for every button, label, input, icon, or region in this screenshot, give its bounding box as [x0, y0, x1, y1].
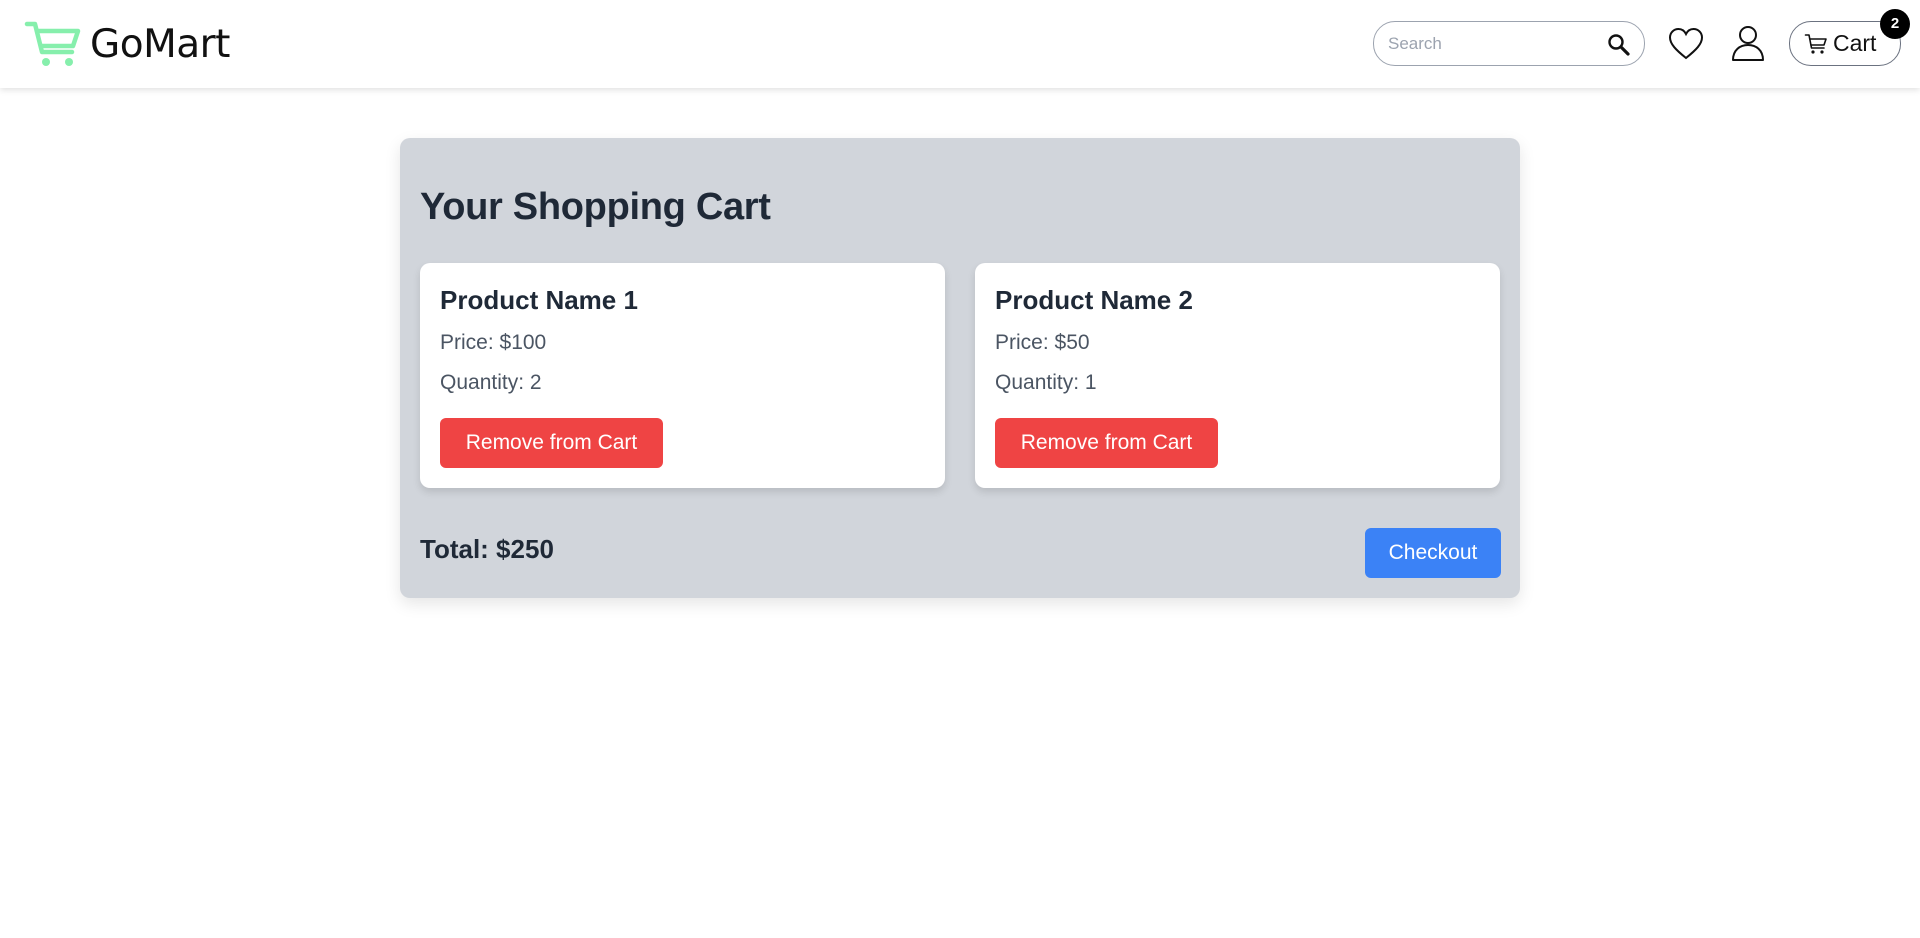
- cart-item-card: Product Name 1 Price: $100 Quantity: 2 R…: [420, 263, 945, 488]
- page-title: Your Shopping Cart: [420, 186, 771, 228]
- cart-count-badge: 2: [1880, 9, 1910, 39]
- cart-item-card: Product Name 2 Price: $50 Quantity: 1 Re…: [975, 263, 1500, 488]
- product-price: Price: $100: [440, 331, 547, 354]
- remove-from-cart-button[interactable]: Remove from Cart: [995, 418, 1218, 468]
- product-quantity: Quantity: 1: [995, 371, 1097, 394]
- user-icon[interactable]: [1731, 25, 1765, 61]
- search-input[interactable]: [1388, 32, 1598, 56]
- cart-icon: [1804, 33, 1827, 54]
- shopping-cart-panel: Your Shopping Cart Product Name 1 Price:…: [400, 138, 1520, 598]
- brand-logo[interactable]: GoMart: [24, 20, 230, 68]
- heart-icon[interactable]: [1668, 27, 1704, 61]
- cart-button-label: Cart: [1833, 30, 1877, 56]
- product-price: Price: $50: [995, 331, 1090, 354]
- brand-name: GoMart: [90, 21, 230, 67]
- cart-total: Total: $250: [420, 534, 554, 564]
- shopping-cart-icon: [24, 21, 81, 66]
- product-name: Product Name 1: [440, 285, 638, 315]
- site-header: GoMart Cart 2: [0, 0, 1920, 88]
- product-name: Product Name 2: [995, 285, 1193, 315]
- search-box: [1373, 21, 1645, 66]
- product-quantity: Quantity: 2: [440, 371, 542, 394]
- checkout-button[interactable]: Checkout: [1365, 528, 1501, 578]
- remove-from-cart-button[interactable]: Remove from Cart: [440, 418, 663, 468]
- search-icon[interactable]: [1606, 32, 1632, 58]
